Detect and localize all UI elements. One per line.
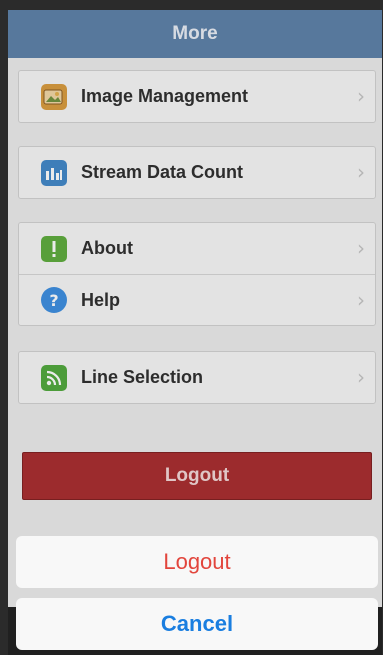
action-sheet-logout-button[interactable]: Logout — [16, 536, 378, 588]
action-sheet-logout-label: Logout — [163, 549, 231, 574]
action-sheet-cancel-label: Cancel — [160, 611, 234, 636]
action-sheet-cancel-button[interactable]: Cancel — [16, 598, 378, 650]
